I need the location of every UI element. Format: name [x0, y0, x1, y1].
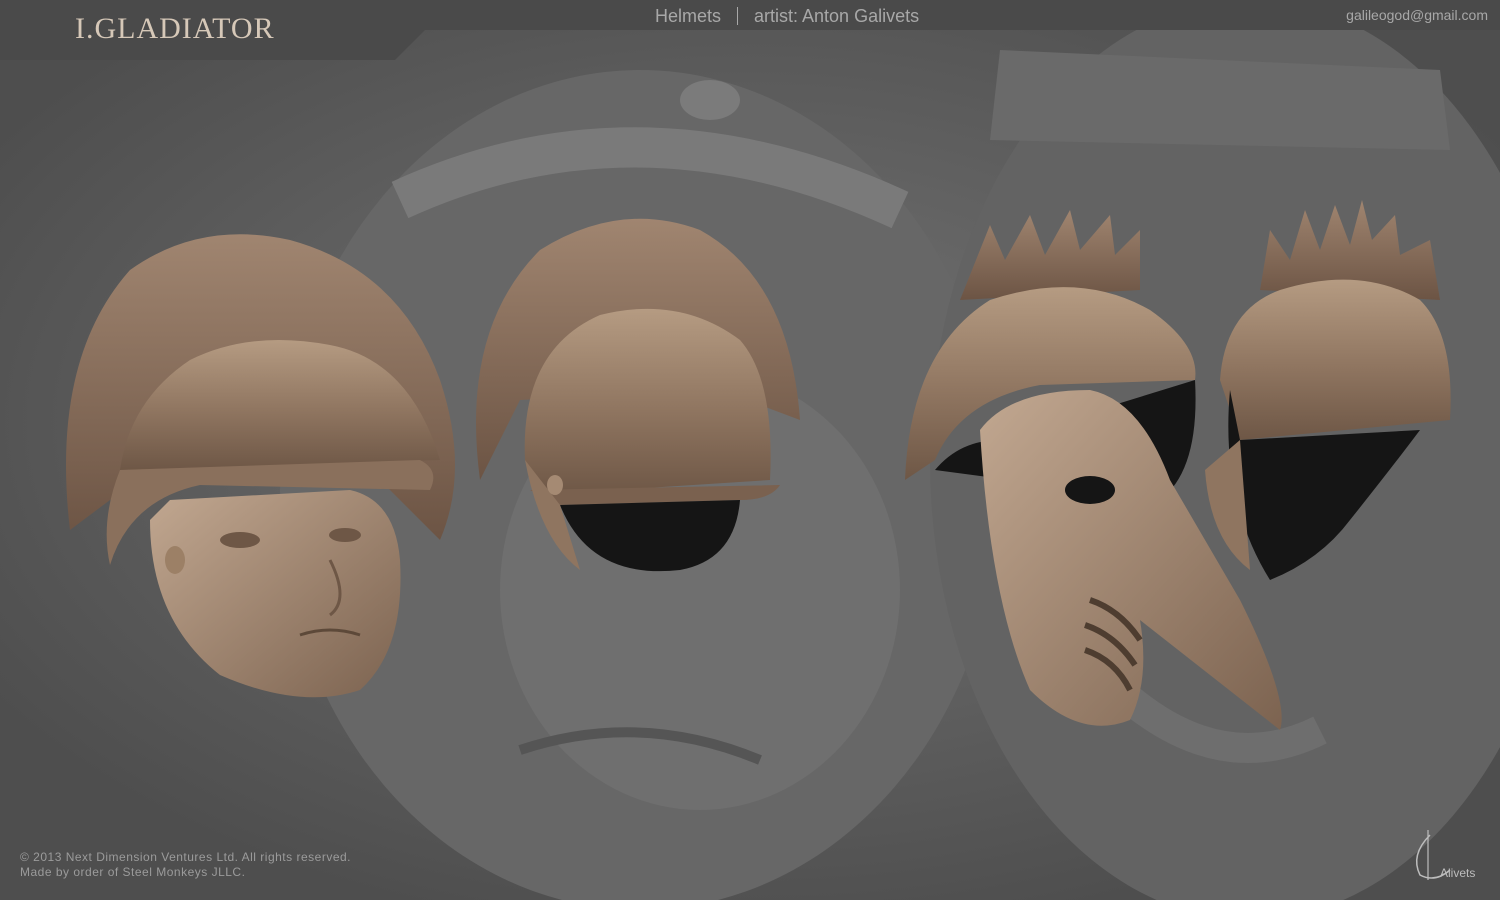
artist-signature: Alivets	[1415, 830, 1475, 880]
crested-helmet-back	[476, 218, 800, 572]
crested-face-helmet-front	[66, 234, 455, 698]
credit-line: Made by order of Steel Monkeys JLLC.	[20, 865, 246, 879]
beak-mask-helmet-back	[1205, 200, 1451, 580]
copyright-line: © 2013 Next Dimension Ventures Ltd. All …	[20, 850, 351, 864]
helmet-renders	[66, 200, 1451, 730]
signature-text: Alivets	[1440, 866, 1475, 880]
footer-copyright: © 2013 Next Dimension Ventures Ltd. All …	[20, 850, 351, 880]
